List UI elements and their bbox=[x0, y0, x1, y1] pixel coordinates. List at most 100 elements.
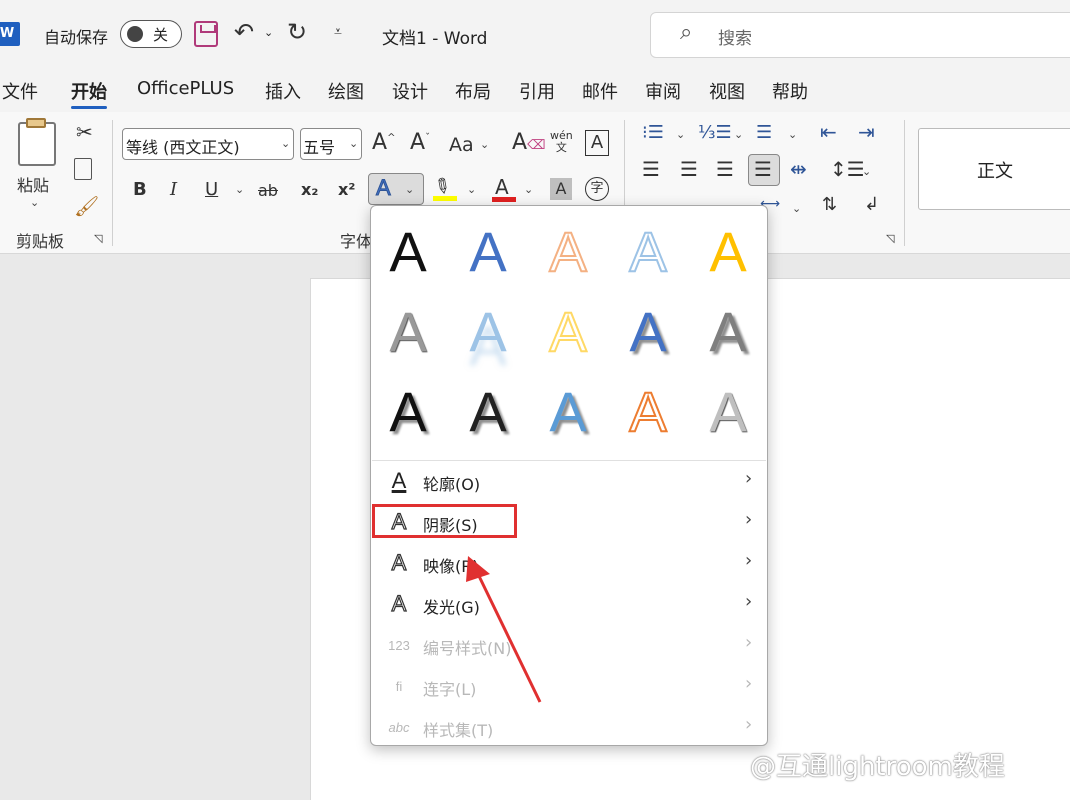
tab-references[interactable]: 引用 bbox=[519, 78, 555, 104]
paragraph-launcher-icon[interactable]: ◹ bbox=[886, 232, 894, 245]
style-normal[interactable]: 正文 bbox=[918, 128, 1070, 210]
decrease-indent-icon[interactable]: ⇤ bbox=[820, 120, 837, 144]
paste-label[interactable]: 粘贴 bbox=[17, 172, 49, 196]
tab-draw[interactable]: 绘图 bbox=[328, 78, 364, 104]
clear-formatting-icon[interactable]: A⌫ bbox=[512, 130, 545, 155]
glow-icon: A bbox=[391, 590, 407, 616]
enclose-characters-icon[interactable]: 字 bbox=[585, 177, 609, 201]
shrink-font-icon[interactable]: Aˇ bbox=[410, 130, 430, 155]
underline-button[interactable]: U bbox=[205, 179, 218, 200]
multilevel-list-icon[interactable]: ☰ bbox=[756, 122, 772, 143]
text-effect-gold-fill[interactable]: A bbox=[698, 222, 758, 282]
paste-dropdown-icon[interactable]: ⌄ bbox=[30, 196, 39, 209]
character-border-icon[interactable]: A bbox=[585, 130, 609, 156]
subscript-button[interactable]: x₂ bbox=[301, 180, 318, 199]
bold-button[interactable]: B bbox=[133, 179, 147, 200]
asian-layout-dropdown-icon[interactable]: ⌄ bbox=[792, 202, 801, 215]
numbering-icon[interactable]: ⅓☰ bbox=[698, 122, 732, 143]
tab-officeplus[interactable]: OfficePLUS bbox=[137, 78, 234, 99]
text-effect-dark-bevel[interactable]: A bbox=[458, 382, 518, 442]
clipboard-clip-icon bbox=[26, 118, 46, 128]
copy-icon[interactable] bbox=[74, 158, 92, 180]
font-name-select[interactable]: 等线 (西文正文) bbox=[122, 128, 294, 160]
text-effect-orange-outline[interactable]: A bbox=[538, 221, 598, 283]
font-name-dropdown-icon[interactable]: ⌄ bbox=[281, 137, 290, 150]
text-effect-light-blue-shadow[interactable]: A bbox=[538, 382, 598, 442]
document-title: 文档1 - Word bbox=[382, 29, 488, 49]
save-icon[interactable] bbox=[194, 21, 218, 47]
distributed-icon[interactable]: ⇹ bbox=[790, 157, 807, 181]
multilevel-dropdown-icon[interactable]: ⌄ bbox=[788, 128, 797, 141]
menu-item-outline[interactable]: A 轮廓(O) › bbox=[371, 462, 767, 500]
highlight-dropdown-icon[interactable]: ⌄ bbox=[467, 183, 476, 196]
menu-item-reflection[interactable]: A 映像(R) › bbox=[371, 544, 767, 582]
sort-icon[interactable]: ⇅ bbox=[822, 194, 837, 215]
search-icon: ⌕ bbox=[680, 20, 693, 45]
text-effect-black-fill[interactable]: A bbox=[378, 222, 438, 282]
text-effect-silver[interactable]: A bbox=[698, 382, 758, 442]
tab-mailings[interactable]: 邮件 bbox=[582, 78, 618, 104]
numbering-dropdown-icon[interactable]: ⌄ bbox=[734, 128, 743, 141]
outline-label: 轮廓(O) bbox=[423, 475, 481, 494]
redo-icon[interactable]: ↻ bbox=[287, 18, 307, 46]
paste-icon[interactable] bbox=[18, 122, 56, 166]
text-effect-orange-outline-2[interactable]: A bbox=[618, 381, 678, 443]
tab-home[interactable]: 开始 bbox=[71, 78, 107, 109]
word-logo-icon: W bbox=[0, 22, 20, 46]
menu-item-glow[interactable]: A 发光(G) › bbox=[371, 585, 767, 623]
tab-layout[interactable]: 布局 bbox=[455, 78, 491, 104]
increase-indent-icon[interactable]: ⇥ bbox=[858, 120, 875, 144]
bullets-dropdown-icon[interactable]: ⌄ bbox=[676, 128, 685, 141]
clipboard-group-label: 剪贴板 bbox=[16, 232, 65, 251]
ligatures-icon: fi bbox=[395, 679, 403, 694]
customize-toolbar-icon[interactable]: ⩡ bbox=[334, 24, 342, 40]
watermark: @互通lightroom教程 bbox=[750, 752, 1005, 782]
tab-insert[interactable]: 插入 bbox=[265, 78, 301, 104]
strikethrough-button[interactable]: ab bbox=[258, 181, 278, 200]
font-color-bar bbox=[492, 197, 516, 202]
tab-review[interactable]: 审阅 bbox=[645, 78, 681, 104]
tab-file[interactable]: 文件 bbox=[2, 78, 38, 104]
show-marks-icon[interactable]: ↲ bbox=[864, 194, 879, 215]
change-case-button[interactable]: Aa bbox=[449, 134, 474, 156]
format-painter-icon[interactable]: 🖌 bbox=[74, 194, 99, 218]
text-effects-dropdown-icon[interactable]: ⌄ bbox=[405, 183, 414, 196]
text-effect-gold-outline[interactable]: A bbox=[538, 301, 598, 363]
text-effect-black-shadow[interactable]: A bbox=[378, 382, 438, 442]
undo-icon[interactable]: ↶ bbox=[234, 18, 254, 46]
change-case-dropdown-icon[interactable]: ⌄ bbox=[480, 138, 489, 151]
text-effect-blue-bevel[interactable]: A bbox=[618, 302, 678, 362]
underline-dropdown-icon[interactable]: ⌄ bbox=[235, 183, 244, 196]
autosave-toggle[interactable]: 关 bbox=[120, 20, 182, 48]
autosave-state: 关 bbox=[153, 26, 169, 44]
line-spacing-icon[interactable]: ↕☰ bbox=[830, 157, 865, 181]
font-color-icon[interactable]: A bbox=[495, 175, 509, 199]
align-center-icon[interactable]: ☰ bbox=[680, 157, 698, 181]
align-left-icon[interactable]: ☰ bbox=[642, 157, 660, 181]
tab-view[interactable]: 视图 bbox=[709, 78, 745, 104]
font-size-dropdown-icon[interactable]: ⌄ bbox=[349, 137, 358, 150]
search-input[interactable] bbox=[650, 12, 1070, 58]
italic-button[interactable]: I bbox=[170, 179, 177, 200]
text-effect-gray-shadow[interactable]: A bbox=[698, 302, 758, 362]
tab-help[interactable]: 帮助 bbox=[772, 78, 808, 104]
font-color-dropdown-icon[interactable]: ⌄ bbox=[524, 183, 533, 196]
text-effect-gray-gradient[interactable]: A bbox=[378, 302, 438, 362]
text-effect-blue-outline[interactable]: A bbox=[618, 221, 678, 283]
chevron-right-icon: › bbox=[745, 550, 753, 571]
align-right-icon[interactable]: ☰ bbox=[716, 157, 734, 181]
text-effect-blue-fill[interactable]: A bbox=[458, 222, 518, 282]
phonetic-guide-icon[interactable]: wén 文 bbox=[550, 130, 573, 154]
chevron-right-icon: › bbox=[745, 509, 753, 530]
cut-icon[interactable]: ✂ bbox=[76, 120, 93, 144]
superscript-button[interactable]: x² bbox=[338, 180, 355, 199]
highlight-color-bar bbox=[433, 196, 457, 201]
bullets-icon[interactable]: ⁝☰ bbox=[642, 122, 664, 143]
tab-design[interactable]: 设计 bbox=[392, 78, 428, 104]
line-spacing-dropdown-icon[interactable]: ⌄ bbox=[862, 165, 871, 178]
character-shading-icon[interactable]: A bbox=[550, 178, 572, 200]
grow-font-icon[interactable]: A^ bbox=[372, 130, 395, 155]
text-effect-blue-reflection[interactable]: A bbox=[458, 302, 518, 362]
undo-dropdown-icon[interactable]: ⌄ bbox=[264, 26, 273, 39]
clipboard-launcher-icon[interactable]: ◹ bbox=[94, 232, 102, 245]
